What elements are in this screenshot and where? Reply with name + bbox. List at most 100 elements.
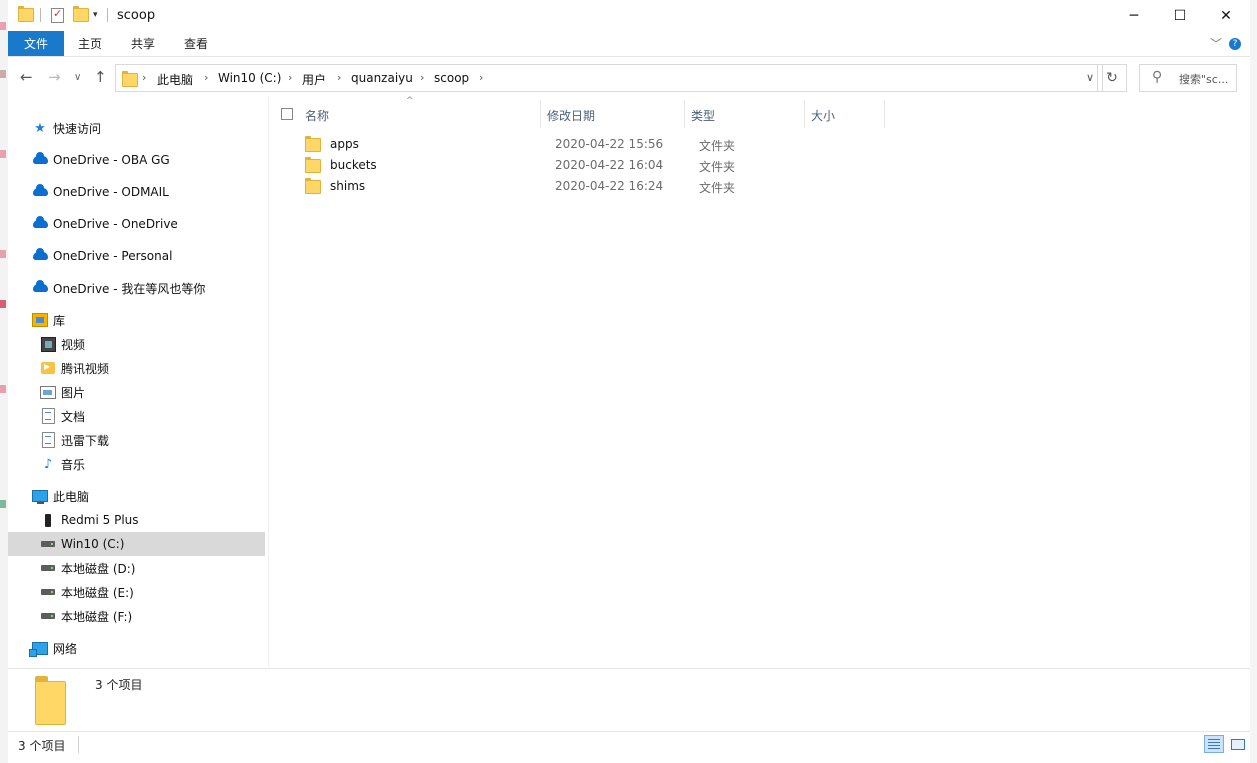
title-separator: [107, 6, 108, 24]
column-name[interactable]: 名称: [305, 107, 329, 124]
tab-home[interactable]: 主页: [78, 31, 102, 56]
status-bar: 3 个项目: [8, 731, 1250, 757]
close-button[interactable]: ✕: [1203, 0, 1249, 31]
nav-library-documents[interactable]: 文档: [8, 404, 265, 428]
help-icon[interactable]: ?: [1229, 38, 1241, 50]
large-folder-icon: [35, 676, 66, 725]
refresh-button[interactable]: ↻: [1097, 64, 1127, 92]
column-divider[interactable]: [540, 100, 541, 128]
nav-phone-redmi[interactable]: Redmi 5 Plus: [8, 508, 265, 532]
window-title: scoop: [117, 8, 156, 23]
breadcrumb-this-pc[interactable]: 此电脑: [157, 71, 193, 88]
nav-label: 网络: [53, 641, 78, 656]
back-arrow-icon[interactable]: ←: [20, 68, 33, 86]
nav-onedrive-onedrive[interactable]: OneDrive - OneDrive: [8, 212, 265, 236]
nav-library-music[interactable]: ♪ 音乐: [8, 452, 265, 476]
folder-icon: [305, 157, 321, 173]
properties-icon[interactable]: [51, 6, 64, 24]
nav-library-thunder-downloads[interactable]: 迅雷下载: [8, 428, 265, 452]
column-type[interactable]: 类型: [691, 107, 715, 124]
nav-drive-e[interactable]: 本地磁盘 (E:): [8, 580, 265, 604]
picture-icon: [40, 384, 56, 400]
new-folder-icon[interactable]: [73, 6, 89, 24]
large-icons-view-icon[interactable]: [1228, 735, 1246, 753]
nav-library-pictures[interactable]: 图片: [8, 380, 265, 404]
nav-label: 文档: [61, 409, 86, 424]
column-divider[interactable]: [684, 100, 685, 128]
nav-drive-f[interactable]: 本地磁盘 (F:): [8, 604, 265, 628]
download-document-icon: [40, 432, 56, 448]
chevron-right-icon[interactable]: ›: [479, 71, 483, 84]
tab-share[interactable]: 共享: [131, 31, 155, 56]
customize-toolbar-dropdown-icon[interactable]: ▾: [93, 6, 98, 24]
recent-locations-dropdown-icon[interactable]: ∨: [74, 72, 81, 83]
file-row-buckets[interactable]: buckets 2020-04-22 16:04 文件夹: [300, 155, 900, 176]
maximize-button[interactable]: ☐: [1157, 0, 1203, 31]
nav-label: OneDrive - OneDrive: [53, 217, 178, 231]
star-icon: ★: [34, 120, 46, 136]
breadcrumb-users[interactable]: 用户: [302, 71, 326, 88]
nav-label: 迅雷下载: [61, 433, 110, 448]
nav-onedrive-custom[interactable]: OneDrive - 我在等风也等你: [8, 276, 265, 300]
column-modified-date[interactable]: 修改日期: [547, 107, 595, 124]
nav-onedrive-personal[interactable]: OneDrive - Personal: [8, 244, 265, 268]
chevron-right-icon[interactable]: ›: [337, 71, 341, 84]
nav-drive-d[interactable]: 本地磁盘 (D:): [8, 556, 265, 580]
onedrive-cloud-icon: [32, 184, 48, 200]
nav-onedrive-odmail[interactable]: OneDrive - ODMAIL: [8, 180, 265, 204]
title-bar: ▾ scoop ─ ☐ ✕: [8, 0, 1250, 31]
chevron-right-icon[interactable]: ›: [288, 71, 292, 84]
nav-label: 本地磁盘 (F:): [61, 609, 133, 624]
breadcrumb-user[interactable]: quanzaiyu: [351, 71, 413, 85]
up-arrow-icon[interactable]: ↑: [94, 68, 107, 86]
disk-drive-icon: [40, 584, 56, 600]
nav-library[interactable]: 库: [8, 308, 265, 332]
nav-library-tencent-video[interactable]: 腾讯视频: [8, 356, 265, 380]
folder-icon: [305, 136, 321, 152]
tab-file[interactable]: 文件: [8, 31, 64, 56]
nav-this-pc[interactable]: 此电脑: [8, 484, 265, 508]
address-history-dropdown-icon[interactable]: ∨: [1086, 71, 1094, 84]
search-placeholder: 搜索"sc...: [1179, 73, 1229, 86]
breadcrumb-drive-c[interactable]: Win10 (C:): [218, 71, 281, 85]
file-explorer-window: ▾ scoop ─ ☐ ✕ 文件 主页 共享 查看 ﹀ ? ← → ∨ ↑ › …: [8, 0, 1250, 763]
nav-label: 本地磁盘 (E:): [61, 585, 134, 600]
file-date: 2020-04-22 16:24: [555, 179, 664, 193]
search-icon: ⚲: [1152, 69, 1163, 85]
breadcrumb-scoop[interactable]: scoop: [434, 71, 469, 85]
forward-arrow-icon[interactable]: →: [48, 68, 61, 86]
file-list-pane: ^ 名称 修改日期 类型 大小 apps 2020-04-22 15:56 文件…: [270, 96, 1250, 667]
file-row-shims[interactable]: shims 2020-04-22 16:24 文件夹: [300, 176, 900, 197]
nav-drive-c[interactable]: Win10 (C:): [8, 532, 265, 556]
chevron-right-icon[interactable]: ›: [420, 71, 424, 84]
nav-label: Redmi 5 Plus: [61, 513, 139, 527]
chevron-right-icon[interactable]: ›: [204, 71, 208, 84]
ribbon-expand-icon[interactable]: ﹀: [1210, 35, 1222, 52]
background-window-edge: [0, 0, 8, 763]
nav-library-videos[interactable]: 视频: [8, 332, 265, 356]
select-all-checkbox[interactable]: [281, 108, 293, 120]
video-icon: [40, 336, 56, 352]
status-separator: [78, 736, 79, 753]
column-size[interactable]: 大小: [811, 107, 835, 124]
details-view-icon[interactable]: [1204, 735, 1224, 753]
file-row-apps[interactable]: apps 2020-04-22 15:56 文件夹: [300, 134, 900, 155]
column-divider[interactable]: [884, 100, 885, 128]
quick-access-separator: [40, 6, 41, 24]
nav-label: 本地磁盘 (D:): [61, 561, 136, 576]
onedrive-cloud-icon: [32, 280, 48, 296]
nav-onedrive-obagg[interactable]: OneDrive - OBA GG: [8, 148, 265, 172]
column-divider[interactable]: [804, 100, 805, 128]
library-icon: [32, 312, 48, 328]
nav-label: 图片: [61, 385, 86, 400]
nav-quick-access[interactable]: ★ 快速访问: [8, 116, 265, 140]
address-bar[interactable]: › 此电脑 › Win10 (C:) › 用户 › quanzaiyu › sc…: [115, 64, 1103, 92]
minimize-button[interactable]: ─: [1111, 0, 1157, 31]
navigation-pane: ★ 快速访问 OneDrive - OBA GG OneDrive - ODMA…: [8, 97, 269, 667]
file-name: buckets: [330, 158, 377, 172]
search-box[interactable]: ⚲ 搜索"sc...: [1139, 64, 1237, 92]
tab-view[interactable]: 查看: [184, 31, 208, 56]
nav-label: OneDrive - OBA GG: [53, 153, 170, 167]
chevron-right-icon[interactable]: ›: [142, 71, 146, 84]
nav-network[interactable]: 网络: [8, 636, 265, 660]
